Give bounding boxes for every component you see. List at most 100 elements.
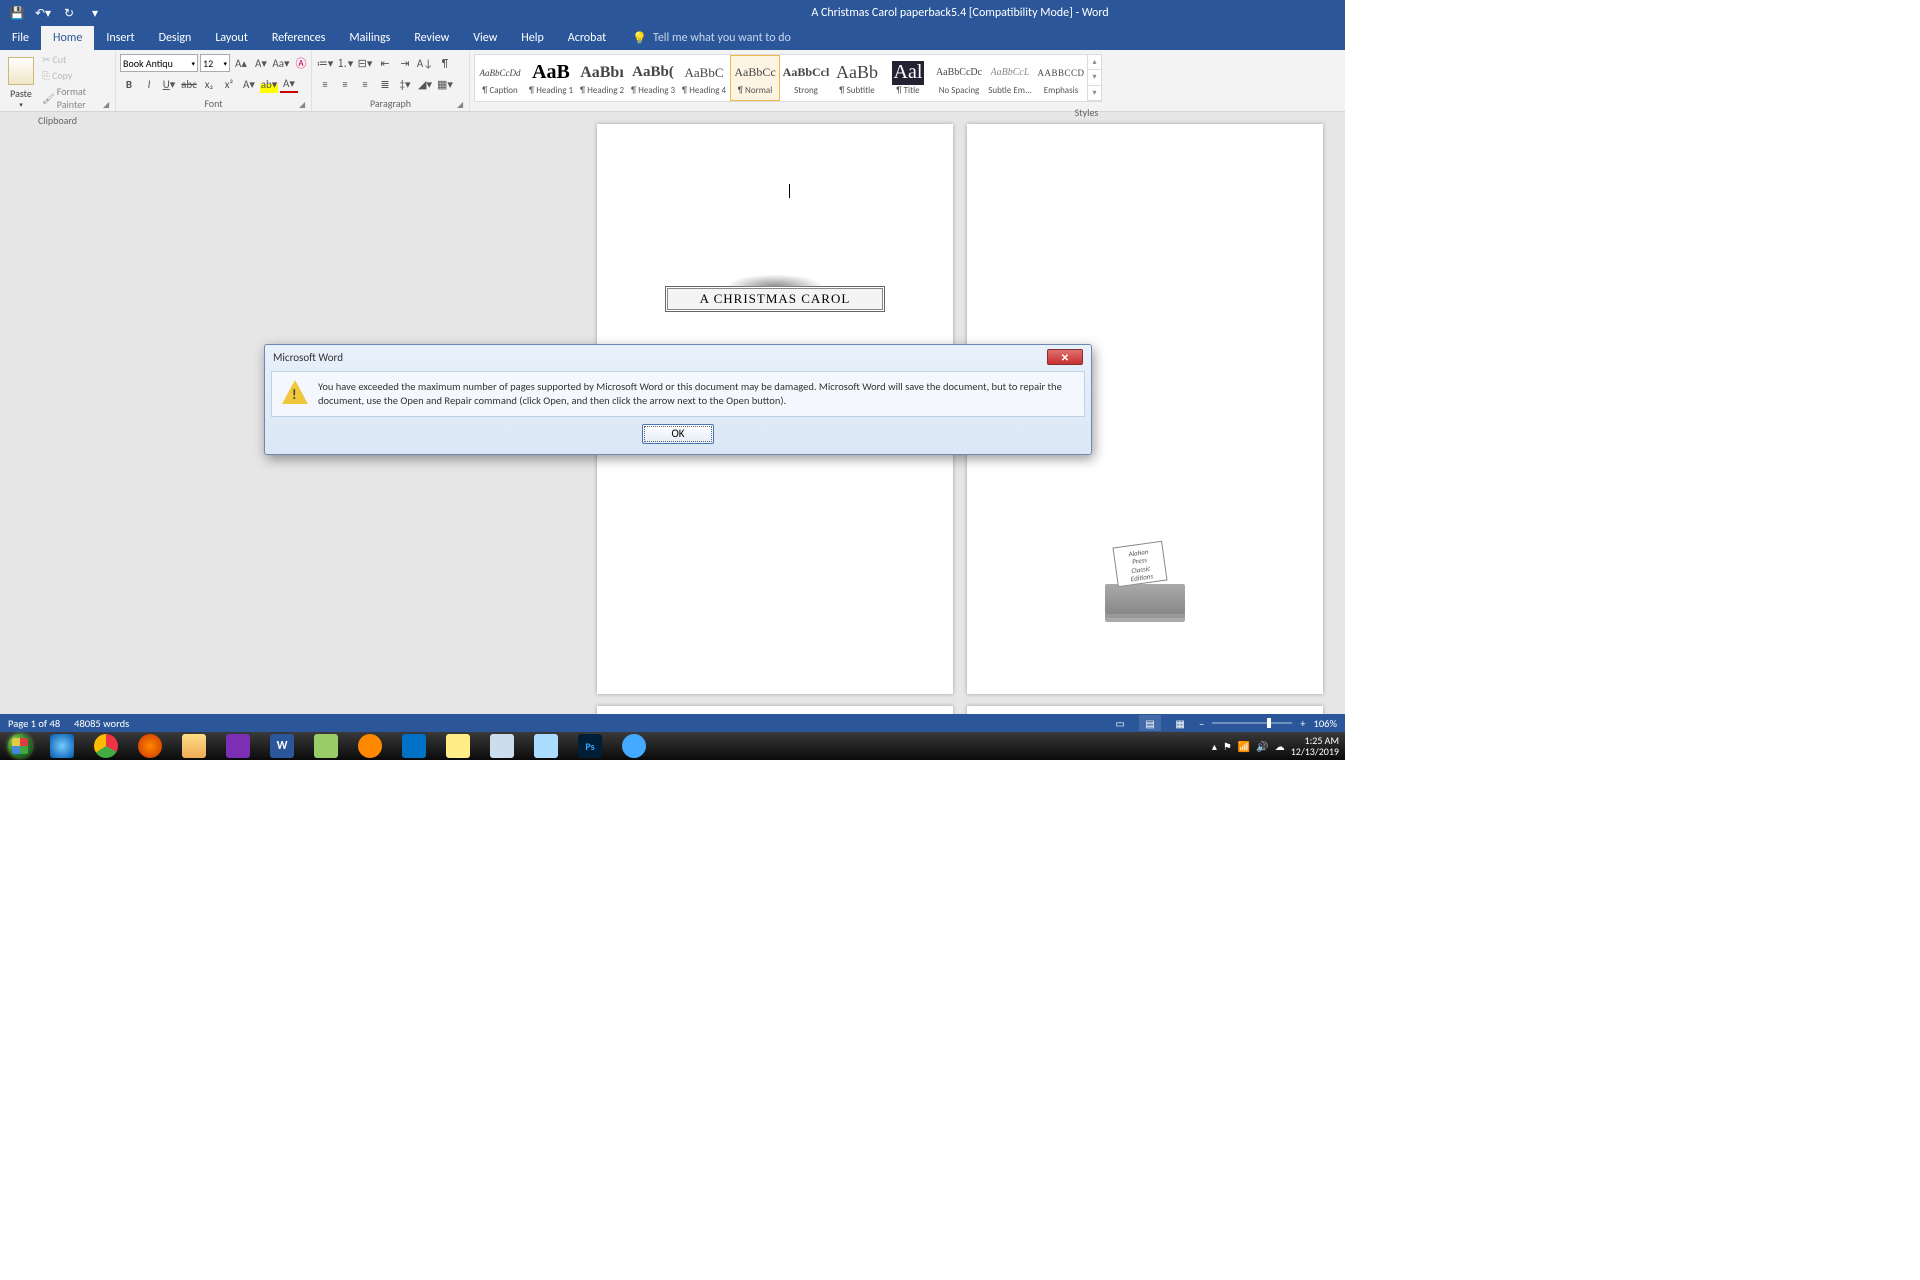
save-icon[interactable]: 💾 (6, 2, 28, 24)
font-color-icon[interactable]: A▾ (280, 75, 298, 93)
qat-customize-icon[interactable]: ▾ (84, 2, 106, 24)
style-subtle-em---[interactable]: AaBbCcLSubtle Em... (985, 55, 1035, 101)
taskbar-explorer[interactable] (172, 732, 216, 760)
status-words[interactable]: 48085 words (74, 717, 129, 730)
multilevel-icon[interactable]: ⊟▾ (356, 54, 374, 72)
tab-references[interactable]: References (260, 26, 338, 50)
zoom-slider[interactable] (1212, 722, 1292, 724)
undo-icon[interactable]: ↶▾ (32, 2, 54, 24)
web-layout-icon[interactable]: ▦ (1169, 715, 1191, 731)
tab-view[interactable]: View (461, 26, 509, 50)
align-right-icon[interactable]: ≡ (356, 75, 374, 93)
tray-network-icon[interactable]: 📶 (1238, 740, 1250, 753)
start-button[interactable] (0, 732, 40, 760)
tab-design[interactable]: Design (147, 26, 204, 50)
superscript-icon[interactable]: x² (220, 75, 238, 93)
tab-file[interactable]: File (0, 26, 41, 50)
font-name-combo[interactable]: Book Antiqu▾ (120, 54, 198, 72)
taskbar-onenote[interactable] (216, 732, 260, 760)
align-center-icon[interactable]: ≡ (336, 75, 354, 93)
justify-icon[interactable]: ≣ (376, 75, 394, 93)
tab-review[interactable]: Review (402, 26, 461, 50)
taskbar-chrome[interactable] (84, 732, 128, 760)
taskbar-word[interactable]: W (260, 732, 304, 760)
dialog-close-button[interactable]: ✕ (1047, 349, 1083, 365)
taskbar-outlook[interactable] (392, 732, 436, 760)
shading-icon[interactable]: ◢▾ (416, 75, 434, 93)
copy-button[interactable]: ⎘ Copy (40, 68, 111, 83)
font-size-combo[interactable]: 12▾ (200, 54, 230, 72)
taskbar-cloud[interactable] (612, 732, 656, 760)
decrease-indent-icon[interactable]: ⇤ (376, 54, 394, 72)
gallery-down-icon[interactable]: ▾ (1088, 70, 1101, 85)
sort-icon[interactable]: A↓ (416, 54, 434, 72)
style---heading-1[interactable]: AaB¶ Heading 1 (526, 55, 576, 101)
taskbar-ie[interactable] (40, 732, 84, 760)
tab-acrobat[interactable]: Acrobat (556, 26, 618, 50)
tray-expand-icon[interactable]: ▴ (1212, 740, 1217, 753)
style-emphasis[interactable]: AABBCCDEmphasis (1036, 55, 1086, 101)
gallery-more-icon[interactable]: ▾ (1088, 86, 1101, 101)
tray-volume-icon[interactable]: 🔊 (1256, 740, 1268, 753)
zoom-out-icon[interactable]: – (1199, 717, 1204, 730)
taskbar-app2[interactable] (524, 732, 568, 760)
shrink-font-icon[interactable]: A▾ (252, 54, 270, 72)
style---heading-3[interactable]: AaBb(¶ Heading 3 (628, 55, 678, 101)
gallery-up-icon[interactable]: ▴ (1088, 55, 1101, 70)
taskbar-notes[interactable] (436, 732, 480, 760)
numbering-icon[interactable]: ⒈▾ (336, 54, 354, 72)
font-launcher-icon[interactable]: ◢ (299, 100, 309, 110)
subscript-icon[interactable]: x₂ (200, 75, 218, 93)
style---heading-4[interactable]: AaBbC¶ Heading 4 (679, 55, 729, 101)
change-case-icon[interactable]: Aa▾ (272, 54, 290, 72)
cut-button[interactable]: ✂ Cut (40, 52, 111, 67)
align-left-icon[interactable]: ≡ (316, 75, 334, 93)
zoom-level[interactable]: 106% (1314, 717, 1337, 730)
dialog-ok-button[interactable]: OK (642, 424, 714, 444)
style---title[interactable]: Aal¶ Title (883, 55, 933, 101)
highlight-icon[interactable]: ab▾ (260, 75, 278, 93)
taskbar-photoshop[interactable]: Ps (568, 732, 612, 760)
format-painter-button[interactable]: 🖌 Format Painter (40, 84, 111, 112)
strikethrough-icon[interactable]: abc (180, 75, 198, 93)
styles-gallery[interactable]: AaBbCcDd¶ CaptionAaB¶ Heading 1AaBbı¶ He… (474, 54, 1102, 102)
paste-button[interactable]: Paste ▾ (4, 55, 38, 109)
taskbar-firefox[interactable] (128, 732, 172, 760)
grow-font-icon[interactable]: A▴ (232, 54, 250, 72)
read-mode-icon[interactable]: ▭ (1109, 715, 1131, 731)
redo-icon[interactable]: ↻ (58, 2, 80, 24)
tray-clock[interactable]: 1:25 AM 12/13/2019 (1291, 735, 1339, 757)
line-spacing-icon[interactable]: ‡▾ (396, 75, 414, 93)
borders-icon[interactable]: ▦▾ (436, 75, 454, 93)
tell-me-search[interactable]: 💡 Tell me what you want to do (632, 26, 791, 50)
tray-cloud-icon[interactable]: ☁ (1275, 740, 1285, 753)
clear-formatting-icon[interactable]: Ⓐ (292, 54, 310, 72)
clipboard-launcher-icon[interactable]: ◢ (103, 100, 113, 110)
tab-home[interactable]: Home (41, 26, 94, 50)
underline-icon[interactable]: U▾ (160, 75, 178, 93)
print-layout-icon[interactable]: ▤ (1139, 715, 1161, 731)
zoom-in-icon[interactable]: + (1300, 717, 1305, 730)
tab-help[interactable]: Help (509, 26, 556, 50)
tab-layout[interactable]: Layout (203, 26, 260, 50)
bullets-icon[interactable]: ≔▾ (316, 54, 334, 72)
status-page[interactable]: Page 1 of 48 (8, 717, 60, 730)
style-no-spacing[interactable]: AaBbCcDcNo Spacing (934, 55, 984, 101)
increase-indent-icon[interactable]: ⇥ (396, 54, 414, 72)
style---normal[interactable]: AaBbCc¶ Normal (730, 55, 780, 101)
tab-insert[interactable]: Insert (94, 26, 146, 50)
taskbar-app1[interactable] (304, 732, 348, 760)
tray-flag-icon[interactable]: ⚑ (1223, 740, 1232, 753)
style---subtitle[interactable]: AaBb¶ Subtitle (832, 55, 882, 101)
style---heading-2[interactable]: AaBbı¶ Heading 2 (577, 55, 627, 101)
italic-icon[interactable]: I (140, 75, 158, 93)
show-marks-icon[interactable]: ¶ (436, 54, 454, 72)
taskbar-calc[interactable] (480, 732, 524, 760)
text-effects-icon[interactable]: A▾ (240, 75, 258, 93)
bold-icon[interactable]: B (120, 75, 138, 93)
style-strong[interactable]: AaBbCclStrong (781, 55, 831, 101)
taskbar-media[interactable] (348, 732, 392, 760)
tab-mailings[interactable]: Mailings (337, 26, 402, 50)
paragraph-launcher-icon[interactable]: ◢ (457, 100, 467, 110)
style---caption[interactable]: AaBbCcDd¶ Caption (475, 55, 525, 101)
